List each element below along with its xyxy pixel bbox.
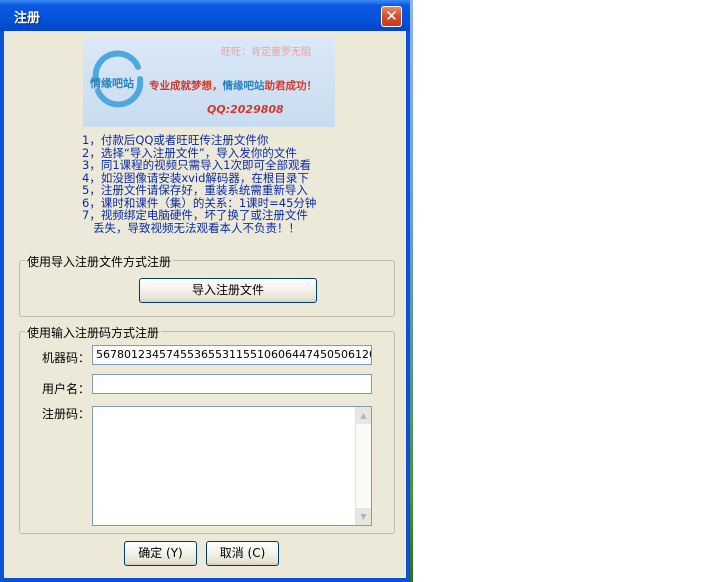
import-group-legend: 使用导入注册文件方式注册: [25, 253, 174, 270]
banner-top-text: 旺旺：肯定童罗无阻: [221, 47, 311, 58]
registration-code-label: 注册码：: [42, 407, 91, 421]
desktop-wallpaper-edge: [410, 0, 413, 582]
cancel-button-label: 取消 (C): [219, 546, 266, 560]
import-file-group: 使用导入注册文件方式注册 导入注册文件: [19, 253, 395, 317]
slogan-part-3: 助君成功！: [264, 80, 318, 92]
registration-code-scrollbar[interactable]: ▲ ▼: [355, 407, 371, 525]
username-field[interactable]: [92, 374, 372, 394]
import-file-button[interactable]: 导入注册文件: [139, 278, 317, 303]
ok-button[interactable]: 确定 (Y): [124, 541, 197, 566]
enter-code-group: 使用输入注册码方式注册 机器码： 56780123457455365531155…: [19, 324, 395, 534]
instruction-line: 3，同1课程的视频只需导入1次即可全部观看: [82, 158, 311, 172]
registration-code-field[interactable]: ▲ ▼: [92, 406, 372, 526]
window-title: 注册: [14, 11, 41, 26]
instruction-line: 5，注册文件请保存好，重装系统需重新导入: [82, 183, 308, 197]
instruction-line: 7，视频绑定电脑硬件，坏了换了或注册文件: [82, 208, 308, 222]
logo-text: 情缘吧站: [90, 77, 134, 90]
code-group-legend: 使用输入注册码方式注册: [25, 324, 162, 341]
banner-qq-number: QQ:2029808: [207, 103, 284, 116]
instruction-line: 1，付款后QQ或者旺旺传注册文件你: [82, 133, 269, 147]
machine-code-field[interactable]: 567801234574553655311551060644745050612​…: [92, 345, 372, 365]
close-button[interactable]: ✕: [381, 6, 402, 27]
promo-banner: 情缘吧站 旺旺：肯定童罗无阻 专业成就梦想，情缘吧站助君成功！ QQ:20298…: [83, 37, 335, 127]
instruction-line: 丢失，导致视频无法观看本人不负责！！: [82, 220, 300, 235]
machine-code-value: 567801234574553655311551060644745050612​…: [96, 348, 372, 361]
instructions-list: 1，付款后QQ或者旺旺传注册文件你 2，选择“导入注册文件”，导入发你的文件 3…: [82, 134, 402, 234]
slogan-part-2: 情缘吧站: [222, 80, 265, 92]
title-bar[interactable]: 注册 ✕: [0, 0, 410, 31]
scroll-down-icon[interactable]: ▼: [356, 508, 371, 525]
close-icon: ✕: [385, 7, 398, 25]
desktop-background: [410, 0, 720, 582]
username-label: 用户名：: [42, 382, 91, 396]
machine-code-label: 机器码：: [42, 351, 91, 365]
register-dialog: 注册 ✕ 情缘吧站 旺旺：肯定童罗无阻 专业成就梦想，情缘吧站助君成功！ QQ:…: [0, 0, 410, 582]
ok-button-label: 确定 (Y): [138, 546, 183, 560]
slogan-part-1: 专业成就梦想，: [149, 80, 223, 92]
import-file-button-label: 导入注册文件: [191, 283, 264, 297]
banner-slogan: 专业成就梦想，情缘吧站助君成功！: [149, 78, 335, 93]
cancel-button[interactable]: 取消 (C): [206, 541, 279, 566]
dialog-client-area: 情缘吧站 旺旺：肯定童罗无阻 专业成就梦想，情缘吧站助君成功！ QQ:20298…: [4, 31, 406, 578]
scroll-up-icon[interactable]: ▲: [356, 407, 371, 424]
